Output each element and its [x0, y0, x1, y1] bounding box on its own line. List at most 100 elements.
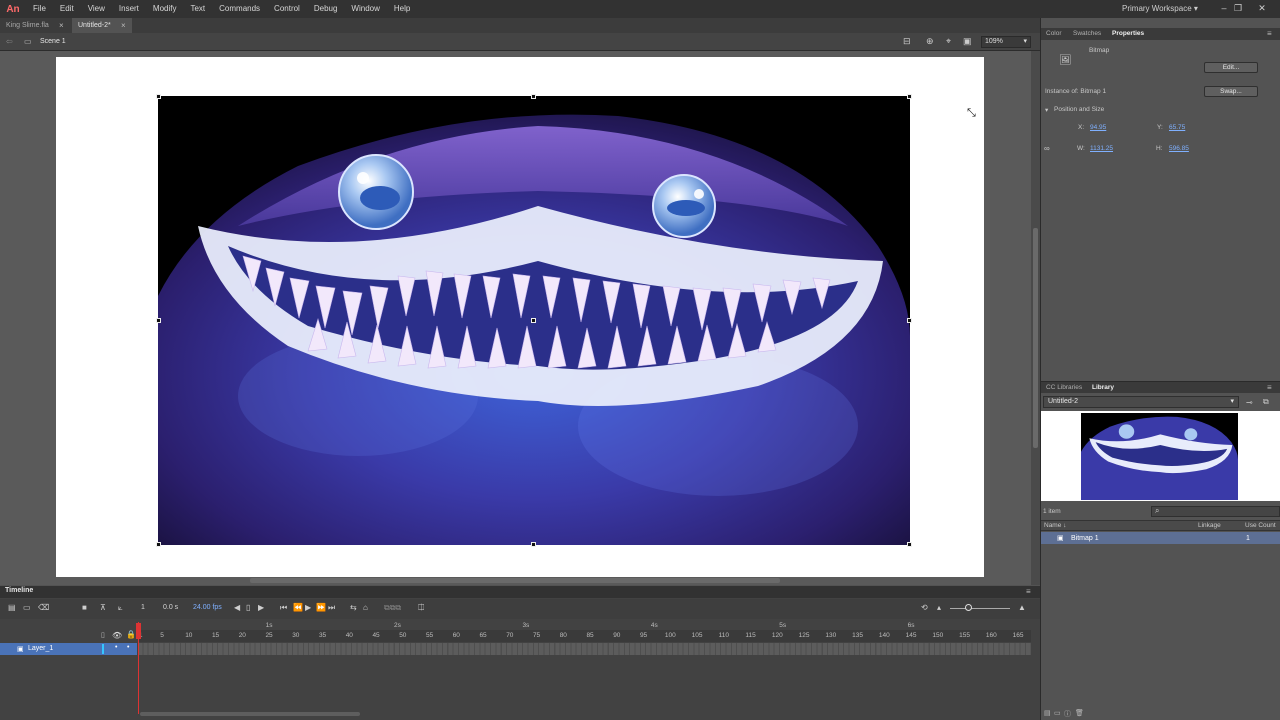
- menu-window[interactable]: Window: [344, 0, 386, 18]
- clip-content-icon[interactable]: ▣: [963, 36, 972, 47]
- new-symbol-icon[interactable]: ▤: [1044, 709, 1051, 717]
- workspace-switcher[interactable]: Primary Workspace ▾: [1122, 0, 1198, 18]
- library-document-select[interactable]: Untitled-2 ▾: [1043, 396, 1239, 408]
- menu-modify[interactable]: Modify: [146, 0, 184, 18]
- play-icon[interactable]: ▶: [305, 603, 311, 612]
- menu-view[interactable]: View: [81, 0, 112, 18]
- camera-icon[interactable]: ■: [82, 603, 87, 612]
- go-to-first-icon[interactable]: ⏮: [280, 603, 287, 613]
- transform-handle[interactable]: [531, 318, 536, 323]
- layer-name[interactable]: Layer_1: [28, 645, 53, 652]
- step-back-icon[interactable]: ⏪: [293, 603, 303, 612]
- center-stage-icon[interactable]: ⌖: [946, 36, 951, 47]
- menu-help[interactable]: Help: [387, 0, 417, 18]
- menu-file[interactable]: File: [26, 0, 53, 18]
- properties-icon[interactable]: ⓘ: [1064, 709, 1071, 719]
- new-library-panel-icon[interactable]: ⧉: [1263, 397, 1269, 407]
- w-value[interactable]: 1131.25: [1090, 145, 1113, 152]
- menu-edit[interactable]: Edit: [53, 0, 81, 18]
- delete-layer-icon[interactable]: ⌫: [38, 603, 49, 612]
- frame-cells[interactable]: [138, 643, 1031, 655]
- horizontal-scroll-thumb[interactable]: [250, 578, 780, 583]
- y-value[interactable]: 65.75: [1169, 124, 1185, 131]
- new-folder-icon[interactable]: ▭: [1054, 709, 1061, 717]
- transform-handle[interactable]: [907, 94, 912, 99]
- x-value[interactable]: 94.95: [1090, 124, 1106, 131]
- column-linkage[interactable]: Linkage: [1198, 522, 1221, 529]
- show-outline-icon[interactable]: ▯: [101, 631, 105, 639]
- zoom-select[interactable]: 109% ▾: [981, 36, 1031, 48]
- tab-color[interactable]: Color: [1046, 28, 1062, 40]
- library-search-input[interactable]: [1151, 506, 1280, 517]
- timeline-zoom-slider[interactable]: [950, 608, 1010, 609]
- menu-commands[interactable]: Commands: [212, 0, 267, 18]
- frame-tick-label: 75: [532, 632, 541, 639]
- graph-icon[interactable]: ⟀: [118, 603, 123, 613]
- transform-handle[interactable]: [531, 542, 536, 547]
- next-keyframe-icon[interactable]: ▶: [258, 603, 264, 612]
- center-frame-icon[interactable]: ⌂: [363, 603, 368, 612]
- tab-library[interactable]: Library: [1092, 382, 1114, 394]
- transform-handle[interactable]: [156, 542, 161, 547]
- frame-tick-label: 60: [452, 632, 460, 639]
- transform-handle[interactable]: [531, 94, 536, 99]
- back-arrow-icon[interactable]: ⇦: [6, 37, 13, 46]
- close-tab-icon[interactable]: ×: [121, 18, 126, 33]
- align-stage-icon[interactable]: ⊟: [903, 36, 911, 47]
- current-time[interactable]: 0.0 s: [163, 604, 178, 611]
- zoom-out-timeline-icon[interactable]: ▴: [937, 603, 941, 612]
- menu-insert[interactable]: Insert: [112, 0, 146, 18]
- tab-cc-libraries[interactable]: CC Libraries: [1046, 382, 1082, 394]
- zoom-in-timeline-icon[interactable]: ▲: [1018, 603, 1026, 612]
- layer-lock-dot[interactable]: •: [127, 644, 129, 651]
- new-folder-icon[interactable]: ▭: [23, 603, 31, 612]
- transform-handle[interactable]: [156, 318, 161, 323]
- library-item-name[interactable]: Bitmap 1: [1071, 535, 1099, 542]
- edit-symbols-icon[interactable]: ⊕: [926, 36, 934, 47]
- tab-swatches[interactable]: Swatches: [1073, 28, 1101, 40]
- current-frame[interactable]: 1: [141, 604, 145, 611]
- column-name[interactable]: Name ↓: [1044, 522, 1066, 529]
- prev-keyframe-icon[interactable]: ◀: [234, 603, 240, 612]
- collapse-arrow-icon[interactable]: ▾: [1045, 106, 1048, 114]
- menu-debug[interactable]: Debug: [307, 0, 345, 18]
- vertical-scroll-thumb[interactable]: [1033, 228, 1038, 448]
- column-use-count[interactable]: Use Count: [1245, 522, 1280, 529]
- delete-icon[interactable]: 🗑: [1075, 709, 1084, 717]
- frame-rate[interactable]: 24.00 fps: [193, 604, 222, 611]
- menu-control[interactable]: Control: [267, 0, 307, 18]
- close-tab-icon[interactable]: ×: [59, 18, 64, 33]
- step-forward-icon[interactable]: ⏩: [316, 603, 326, 612]
- new-layer-icon[interactable]: ▤: [8, 603, 16, 612]
- playhead[interactable]: [138, 622, 139, 714]
- loop-icon[interactable]: ⇆: [350, 603, 357, 612]
- pin-library-icon[interactable]: ⊸: [1246, 398, 1253, 407]
- layer-type-icon: ▣: [17, 646, 24, 653]
- layer-parenting-icon[interactable]: ⊼: [100, 603, 106, 612]
- transform-handle[interactable]: [907, 318, 912, 323]
- menu-text[interactable]: Text: [183, 0, 212, 18]
- timeline-zoom-thumb[interactable]: [965, 604, 972, 611]
- h-value[interactable]: 596.85: [1169, 145, 1189, 152]
- timeline-scroll-thumb[interactable]: [140, 712, 360, 716]
- close-window-button[interactable]: ✕: [1252, 0, 1272, 18]
- go-to-last-icon[interactable]: ⏭: [328, 603, 335, 613]
- panel-menu-icon[interactable]: ≡: [1267, 29, 1272, 38]
- transform-handle[interactable]: [156, 94, 161, 99]
- frame-tick-label: 55: [425, 632, 434, 639]
- tab-properties[interactable]: Properties: [1112, 28, 1144, 40]
- panel-menu-icon[interactable]: ≡: [1267, 383, 1272, 392]
- swap-button[interactable]: Swap...: [1204, 86, 1258, 97]
- panel-menu-icon[interactable]: ≡: [1026, 587, 1031, 596]
- edit-button[interactable]: Edit...: [1204, 62, 1258, 73]
- layer-visible-dot[interactable]: •: [115, 644, 117, 651]
- visibility-eye-icon[interactable]: 👁: [112, 631, 122, 640]
- transform-handle[interactable]: [907, 542, 912, 547]
- restore-button[interactable]: ❐: [1228, 0, 1248, 18]
- onion-skin-icon[interactable]: ⧉⧉⧉: [384, 603, 401, 613]
- refresh-icon[interactable]: ⟲: [921, 603, 928, 612]
- lock-icon[interactable]: 🔒: [126, 630, 136, 639]
- link-proportions-icon[interactable]: ∞: [1044, 144, 1050, 153]
- edit-multiple-frames-icon[interactable]: ⎅: [418, 603, 424, 613]
- insert-keyframe-icon[interactable]: ▯: [246, 603, 250, 612]
